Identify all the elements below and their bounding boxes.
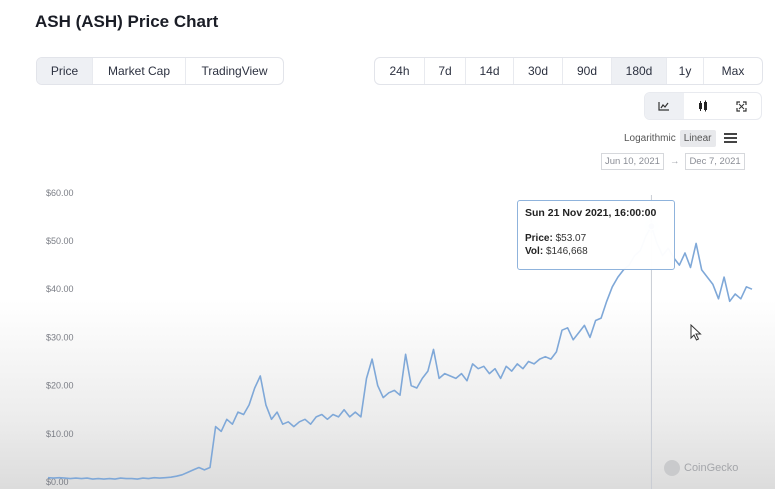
price-tooltip: Sun 21 Nov 2021, 16:00:00 Price: $53.07 … <box>517 200 675 270</box>
y-tick-label: $30.00 <box>46 332 74 342</box>
y-tick-label: $50.00 <box>46 236 74 246</box>
tooltip-vol-value: $146,668 <box>545 246 588 257</box>
tooltip-date: Sun 21 Nov 2021, 16:00:00 <box>525 207 657 219</box>
watermark: CoinGecko <box>664 460 738 476</box>
y-tick-label: $40.00 <box>46 284 74 294</box>
tooltip-price-label: Price: <box>525 233 553 244</box>
y-tick-label: $60.00 <box>46 188 74 198</box>
watermark-text: CoinGecko <box>684 462 739 474</box>
tooltip-vol-label: Vol: <box>525 246 544 257</box>
coingecko-logo-icon <box>664 460 680 476</box>
mouse-cursor-icon <box>690 324 702 341</box>
y-tick-label: $20.00 <box>46 381 74 391</box>
y-tick-label: $10.00 <box>46 429 74 439</box>
tooltip-price-value: $53.07 <box>555 233 587 244</box>
